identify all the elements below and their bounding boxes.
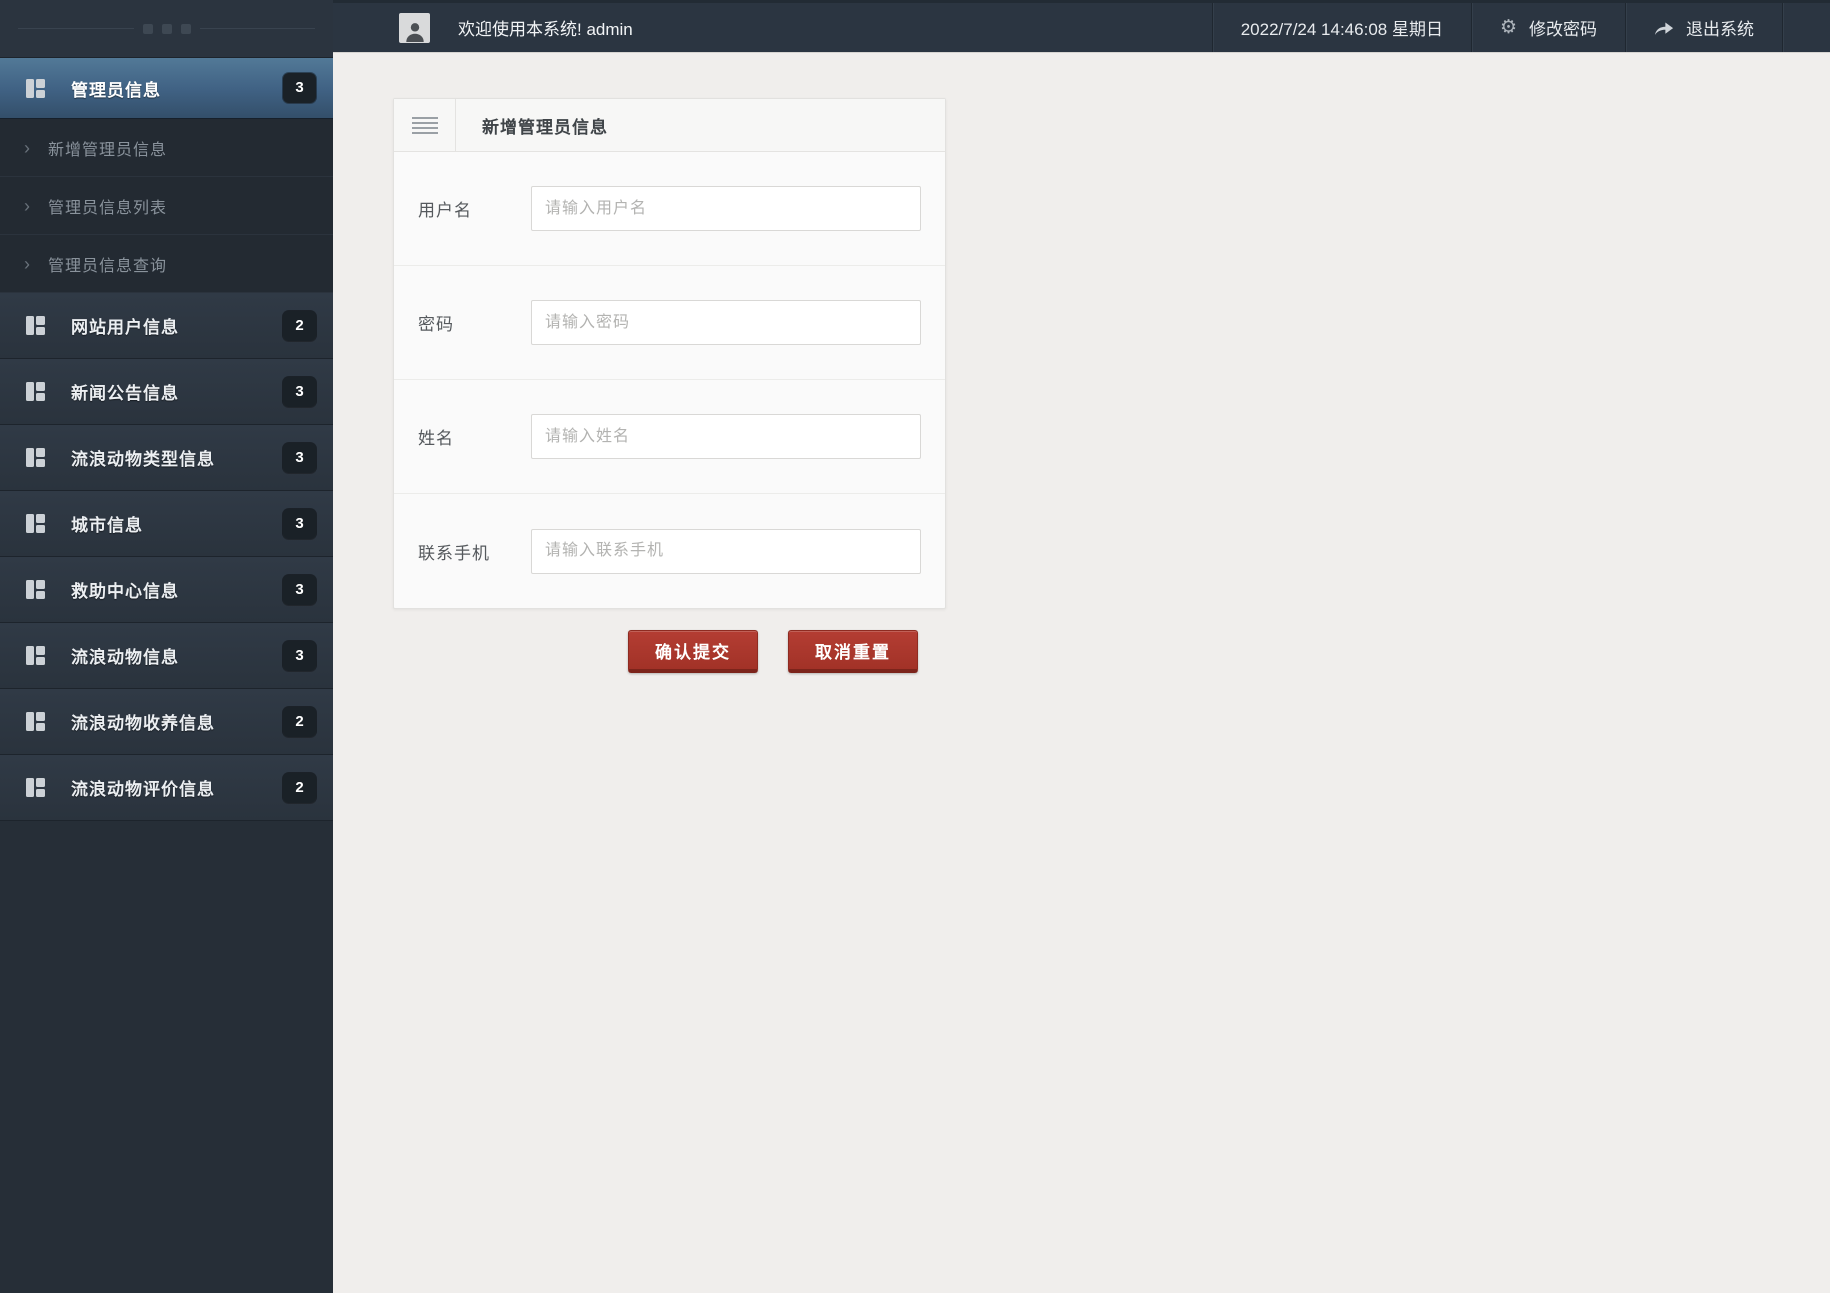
sidebar-item-adoptions[interactable]: 流浪动物收养信息 2 (0, 689, 333, 755)
grid-icon (26, 712, 45, 731)
grid-icon (26, 78, 45, 98)
logout-button[interactable]: 退出系统 (1625, 3, 1782, 52)
user-avatar-icon (399, 12, 430, 43)
sidebar-item-label: 救助中心信息 (71, 582, 179, 601)
count-badge: 3 (283, 376, 316, 407)
sidebar-item-site-users[interactable]: 网站用户信息 2 (0, 293, 333, 359)
sidebar-item-admin-info[interactable]: 管理员信息 3 (0, 58, 333, 119)
form-row-password: 密码 (394, 266, 945, 380)
name-input[interactable] (531, 414, 921, 459)
sidebar-item-cities[interactable]: 城市信息 3 (0, 491, 333, 557)
sidebar: 管理员信息 3 › 新增管理员信息 › 管理员信息列表 › 管理员信息查询 网站… (0, 0, 333, 1293)
submenu-item-admin-query[interactable]: › 管理员信息查询 (0, 235, 333, 293)
sidebar-item-label: 管理员信息 (71, 80, 161, 100)
grid-icon (26, 646, 45, 665)
submenu-item-label: 新增管理员信息 (48, 141, 168, 159)
app-screen: 管理员信息 3 › 新增管理员信息 › 管理员信息列表 › 管理员信息查询 网站… (0, 0, 1830, 1293)
name-label: 姓名 (418, 429, 454, 448)
panel-title: 新增管理员信息 (482, 117, 608, 137)
panel-header: 新增管理员信息 (394, 99, 945, 152)
sidebar-item-label: 流浪动物评价信息 (71, 780, 215, 799)
form-row-phone: 联系手机 (394, 494, 945, 608)
count-badge: 3 (283, 640, 316, 671)
sidebar-item-label: 新闻公告信息 (71, 384, 179, 403)
hamburger-icon (411, 116, 438, 134)
divider-line (199, 28, 315, 29)
sidebar-top-bar (0, 0, 333, 58)
grid-icon (26, 778, 45, 797)
count-badge: 2 (283, 772, 316, 803)
chevron-right-icon: › (24, 137, 30, 158)
count-badge: 3 (283, 442, 316, 473)
grid-icon (26, 448, 45, 467)
username-input[interactable] (531, 186, 921, 231)
sidebar-item-animal-types[interactable]: 流浪动物类型信息 3 (0, 425, 333, 491)
main-content: 新增管理员信息 用户名 密码 姓名 联系手机 确认提交 取消重置 (333, 52, 1830, 1293)
chevron-right-icon: › (24, 195, 30, 216)
header-end-cap (1782, 3, 1830, 52)
submenu-item-add-admin[interactable]: › 新增管理员信息 (0, 119, 333, 177)
phone-input[interactable] (531, 528, 921, 574)
change-password-label: 修改密码 (1529, 20, 1597, 39)
password-label: 密码 (418, 315, 454, 334)
form-panel: 新增管理员信息 用户名 密码 姓名 联系手机 (393, 98, 946, 609)
gear-icon: ⚙ (1499, 17, 1517, 38)
sidebar-item-rescue-centers[interactable]: 救助中心信息 3 (0, 557, 333, 623)
top-header: 欢迎使用本系统! admin 2022/7/24 14:46:08 星期日 ⚙ … (333, 0, 1830, 52)
submenu-item-label: 管理员信息列表 (48, 199, 168, 217)
count-badge: 3 (283, 73, 316, 103)
grid-icon (26, 514, 45, 533)
sidebar-item-label: 网站用户信息 (71, 318, 179, 337)
grid-icon (26, 316, 45, 335)
submenu-item-label: 管理员信息查询 (48, 257, 168, 275)
grid-icon (26, 580, 45, 599)
sidebar-item-animal-reviews[interactable]: 流浪动物评价信息 2 (0, 755, 333, 821)
count-badge: 2 (283, 706, 316, 737)
form-row-name: 姓名 (394, 380, 945, 494)
logout-label: 退出系统 (1686, 20, 1754, 39)
sidebar-item-label: 流浪动物信息 (71, 648, 179, 667)
submit-button[interactable]: 确认提交 (628, 630, 758, 673)
three-dots-icon (142, 23, 191, 34)
count-badge: 3 (283, 508, 316, 539)
panel-menu-button[interactable] (394, 99, 456, 151)
count-badge: 2 (283, 310, 316, 341)
change-password-button[interactable]: ⚙ 修改密码 (1470, 3, 1625, 52)
sidebar-item-label: 流浪动物收养信息 (71, 714, 215, 733)
sidebar-item-label: 城市信息 (71, 516, 143, 535)
phone-label: 联系手机 (418, 543, 490, 563)
datetime-display: 2022/7/24 14:46:08 星期日 (1211, 3, 1471, 52)
chevron-right-icon: › (24, 253, 30, 274)
grid-icon (26, 382, 45, 401)
sidebar-item-stray-animals[interactable]: 流浪动物信息 3 (0, 623, 333, 689)
logout-arrow-icon (1654, 20, 1674, 36)
password-input[interactable] (531, 300, 921, 345)
welcome-text: 欢迎使用本系统! admin (458, 20, 633, 39)
divider-line (18, 28, 134, 29)
username-label: 用户名 (418, 201, 472, 220)
sidebar-item-label: 流浪动物类型信息 (71, 450, 215, 469)
count-badge: 3 (283, 574, 316, 605)
form-row-username: 用户名 (394, 152, 945, 266)
reset-button[interactable]: 取消重置 (788, 630, 918, 673)
form-actions: 确认提交 取消重置 (393, 630, 946, 673)
welcome-area: 欢迎使用本系统! admin (399, 12, 1212, 43)
sidebar-item-news-announcements[interactable]: 新闻公告信息 3 (0, 359, 333, 425)
submenu-item-admin-list[interactable]: › 管理员信息列表 (0, 177, 333, 235)
